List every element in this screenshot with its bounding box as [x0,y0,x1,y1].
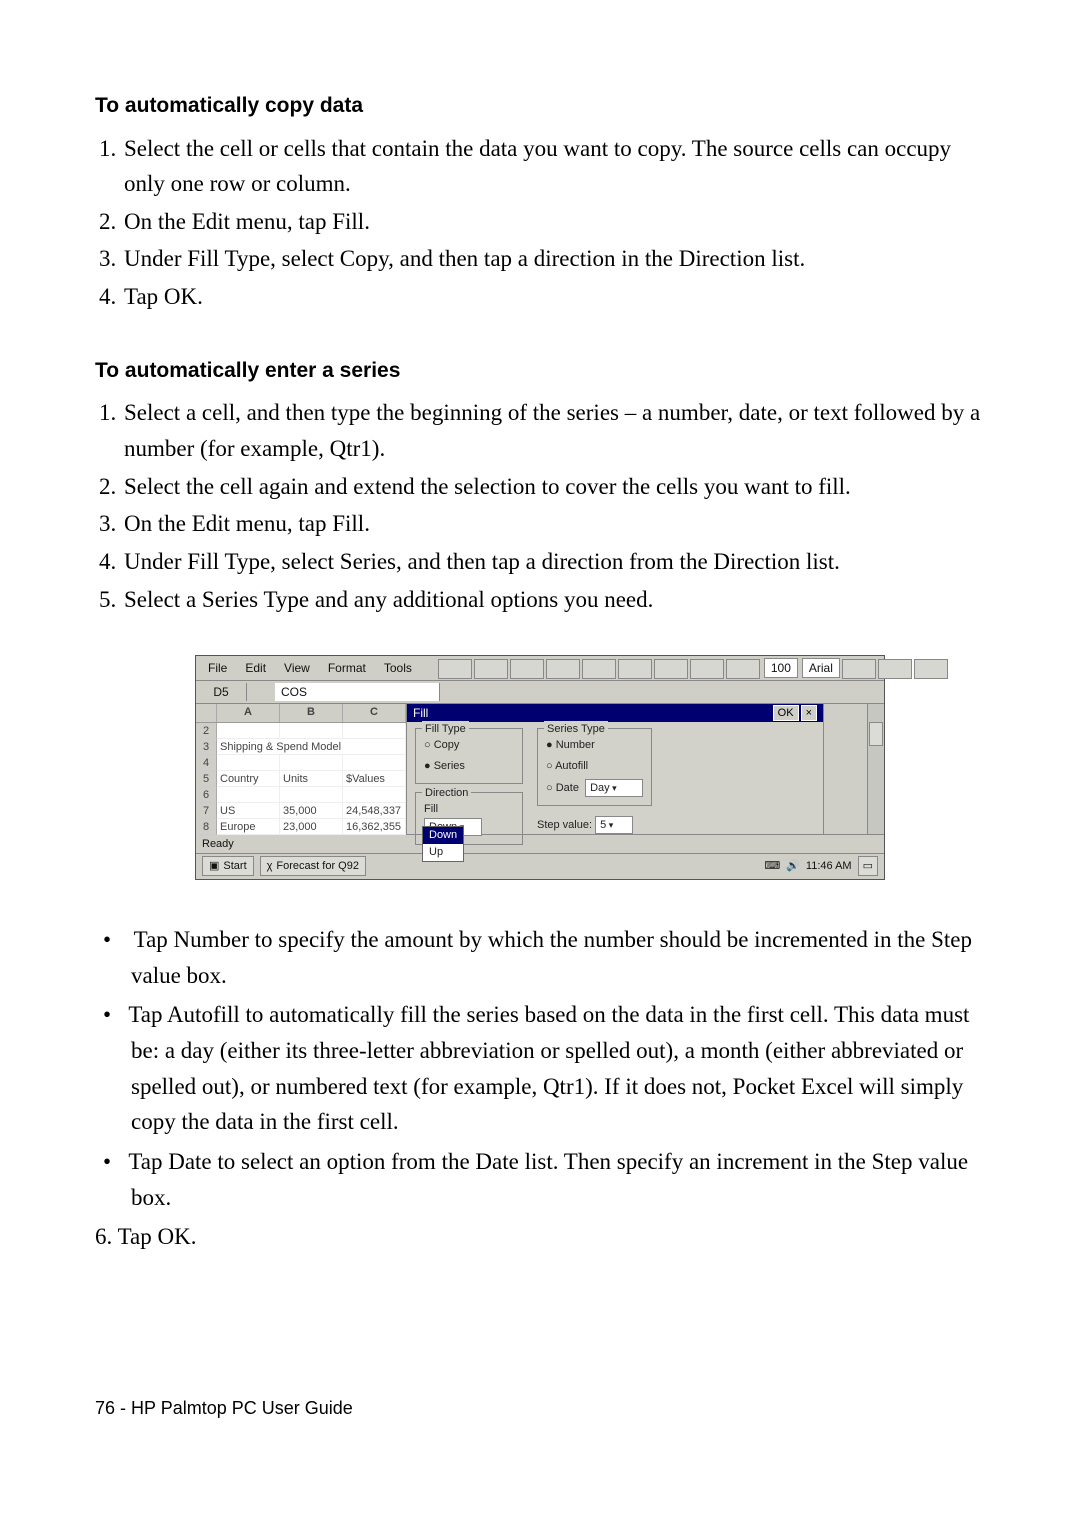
col-header[interactable]: B [280,704,343,722]
page-footer: 76 - HP Palmtop PC User Guide [95,1395,985,1423]
step: On the Edit menu, tap Fill. [122,204,985,240]
step: On the Edit menu, tap Fill. [122,506,985,542]
radio-autofill[interactable]: Autofill [546,758,643,775]
excel-icon: χ [267,857,273,875]
series-type-bullets: Tap Number to specify the amount by whic… [95,922,985,1215]
radio-date[interactable]: Date Day [546,779,643,797]
step-value-label: Step value: [537,819,592,831]
currency-icon[interactable] [690,659,724,679]
tray-icon[interactable]: 🔊 [786,858,800,875]
direction-group: Direction Fill Down Down Up [415,792,523,845]
zoom-field[interactable]: 100 [764,658,798,678]
bold-icon[interactable] [842,659,876,679]
step: Select the cell again and extend the sel… [122,469,985,505]
step: Select a Series Type and any additional … [122,582,985,618]
formula-bar: D5 COS [196,681,884,704]
copy-icon[interactable] [546,659,580,679]
menu-tools[interactable]: Tools [378,659,418,678]
bullet: Tap Autofill to automatically fill the s… [103,997,985,1140]
step-6: 6. Tap OK. [95,1219,985,1255]
close-button[interactable]: × [801,705,817,721]
toolbar-icons: 100 Arial [430,658,954,678]
direction-dropdown-list[interactable]: Down Up [422,826,464,862]
cut-icon[interactable] [510,659,544,679]
taskbar: ▣Start χForecast for Q92 ⌨ 🔊 11:46 AM ▭ [196,853,884,878]
heading-enter-series: To automatically enter a series [95,355,985,388]
menu-edit[interactable]: Edit [239,659,272,678]
undo-icon[interactable] [618,659,652,679]
sum-icon[interactable] [654,659,688,679]
start-button[interactable]: ▣Start [202,856,254,876]
paste-icon[interactable] [582,659,616,679]
step: Select the cell or cells that contain th… [122,131,985,202]
pocket-excel-screenshot: File Edit View Format Tools 100 Arial D5… [195,655,885,880]
step: Under Fill Type, select Copy, and then t… [122,241,985,277]
formula-field[interactable]: COS [275,683,440,701]
steps-enter-series: Select a cell, and then type the beginni… [95,395,985,617]
open-icon[interactable] [438,659,472,679]
step: Tap OK. [122,279,985,315]
cell-reference[interactable]: D5 [196,683,247,702]
spreadsheet-grid[interactable]: A B C 2 3Shipping & Spend Model 4 5Count… [196,704,407,834]
date-dropdown[interactable]: Day [585,779,643,797]
help-icon[interactable] [878,659,912,679]
save-icon[interactable] [474,659,508,679]
font-field[interactable]: Arial [802,658,840,678]
clock: 11:46 AM [806,858,852,875]
step: Select a cell, and then type the beginni… [122,395,985,466]
menubar: File Edit View Format Tools 100 Arial [196,656,884,681]
bullet: Tap Number to specify the amount by whic… [103,922,985,993]
radio-copy[interactable]: Copy [424,737,514,754]
fill-dialog: Fill OK × Fill Type Copy Series Directio… [407,704,823,834]
fill-type-group: Fill Type Copy Series [415,728,523,784]
dialog-title: Fill [413,704,428,722]
ok-button[interactable]: OK [773,705,799,721]
task-button[interactable]: χForecast for Q92 [260,856,366,876]
tray-icon[interactable]: ⌨ [764,858,780,875]
comma-icon[interactable] [726,659,760,679]
step-value-field[interactable]: 5 [595,816,633,834]
windows-icon: ▣ [209,857,219,875]
vertical-scrollbar[interactable] [867,704,884,834]
step: Under Fill Type, select Series, and then… [122,544,985,580]
bullet: Tap Date to select an option from the Da… [103,1144,985,1215]
steps-copy-data: Select the cell or cells that contain th… [95,131,985,315]
radio-series[interactable]: Series [424,758,514,775]
desktop-icon[interactable]: ▭ [858,856,878,876]
scroll-region [823,704,884,834]
menu-view[interactable]: View [278,659,316,678]
series-type-group: Series Type Number Autofill Date Day [537,728,652,806]
heading-copy-data: To automatically copy data [95,90,985,123]
menu-file[interactable]: File [202,659,233,678]
menu-format[interactable]: Format [322,659,372,678]
radio-number[interactable]: Number [546,737,643,754]
close-icon[interactable] [914,659,948,679]
col-header[interactable]: C [343,704,406,722]
col-header[interactable]: A [217,704,280,722]
